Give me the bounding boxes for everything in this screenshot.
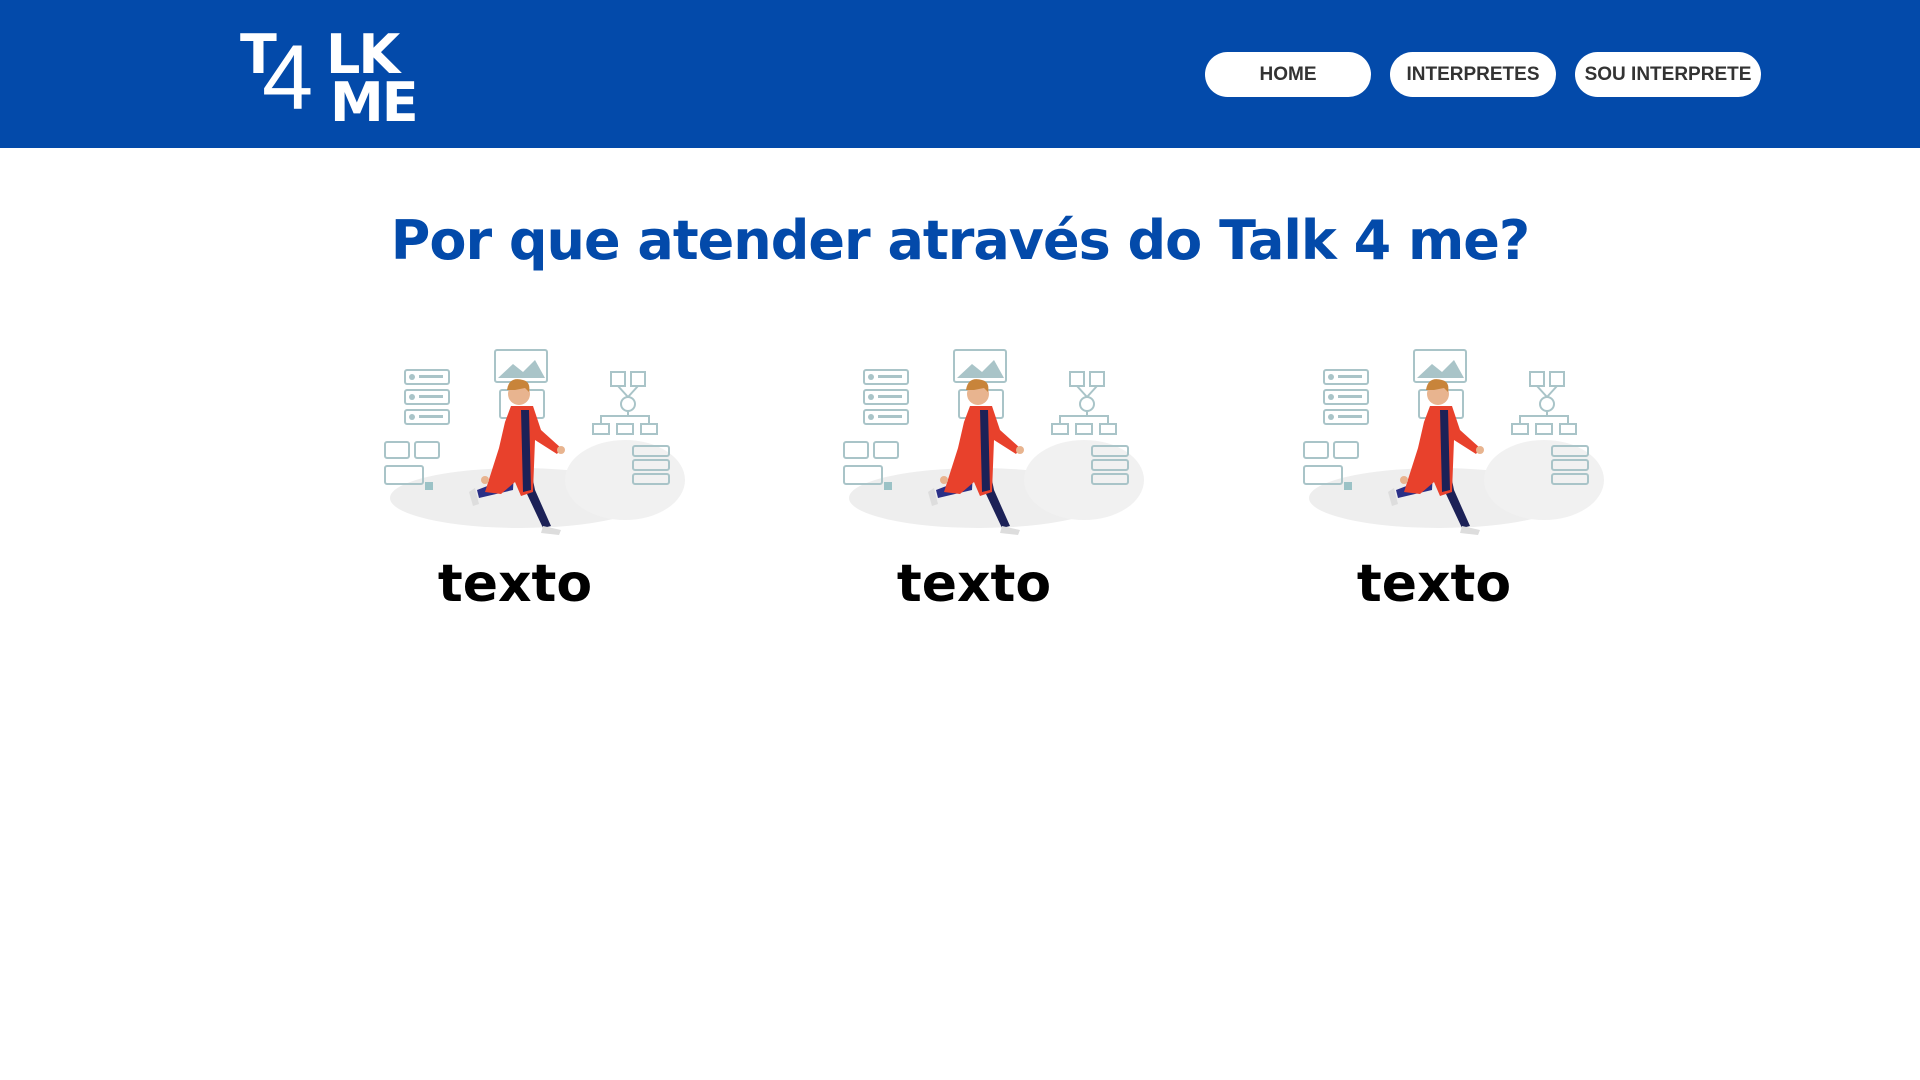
main-nav: HOME INTERPRETES SOU INTERPRETE <box>0 52 1920 98</box>
nav-sou-interprete-button[interactable]: SOU INTERPRETE <box>1575 52 1761 97</box>
feature-card-text: texto <box>1356 554 1512 614</box>
feature-card-1: texto <box>365 330 705 630</box>
nav-interpretes-button[interactable]: INTERPRETES <box>1390 52 1556 97</box>
feature-card-text: texto <box>896 554 1052 614</box>
feature-card-3: texto <box>1284 330 1624 630</box>
page-title: Por que atender através do Talk 4 me? <box>390 209 1530 272</box>
feature-card-2: texto <box>824 330 1164 630</box>
top-navigation-bar: T 4 LK ME HOME INTERPRETES SOU INTERPRET… <box>0 0 1920 148</box>
nav-home-button[interactable]: HOME <box>1205 52 1371 97</box>
feature-card-text: texto <box>437 554 593 614</box>
